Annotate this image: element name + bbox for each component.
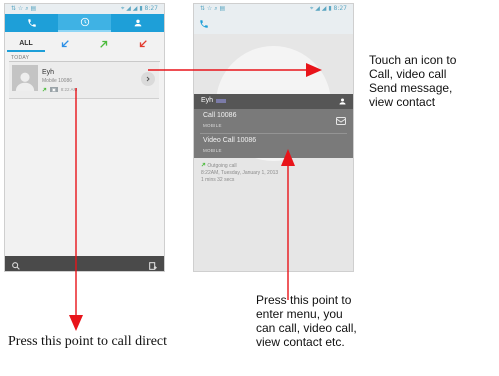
menu-note-line: view contact etc. bbox=[256, 335, 345, 349]
icon-note-line: Touch an icon to bbox=[369, 53, 457, 67]
menu-note-line: Press this point to bbox=[256, 293, 352, 307]
icon-note: Touch an icon to Call, video call Send m… bbox=[369, 53, 456, 109]
menu-note-line: enter menu, you bbox=[256, 307, 343, 321]
call-note: Press this point to call direct bbox=[8, 334, 168, 349]
arrow-head-down bbox=[69, 315, 83, 331]
icon-note-line: Call, video call bbox=[369, 67, 447, 81]
arrow-head-up bbox=[281, 149, 295, 166]
icon-note-line: view contact bbox=[369, 95, 436, 109]
icon-note-line: Send message, bbox=[369, 81, 453, 95]
arrow-head-right bbox=[306, 63, 322, 77]
menu-note-line: can call, video call, bbox=[256, 321, 357, 335]
menu-note: Press this point to enter menu, you can … bbox=[256, 293, 357, 349]
